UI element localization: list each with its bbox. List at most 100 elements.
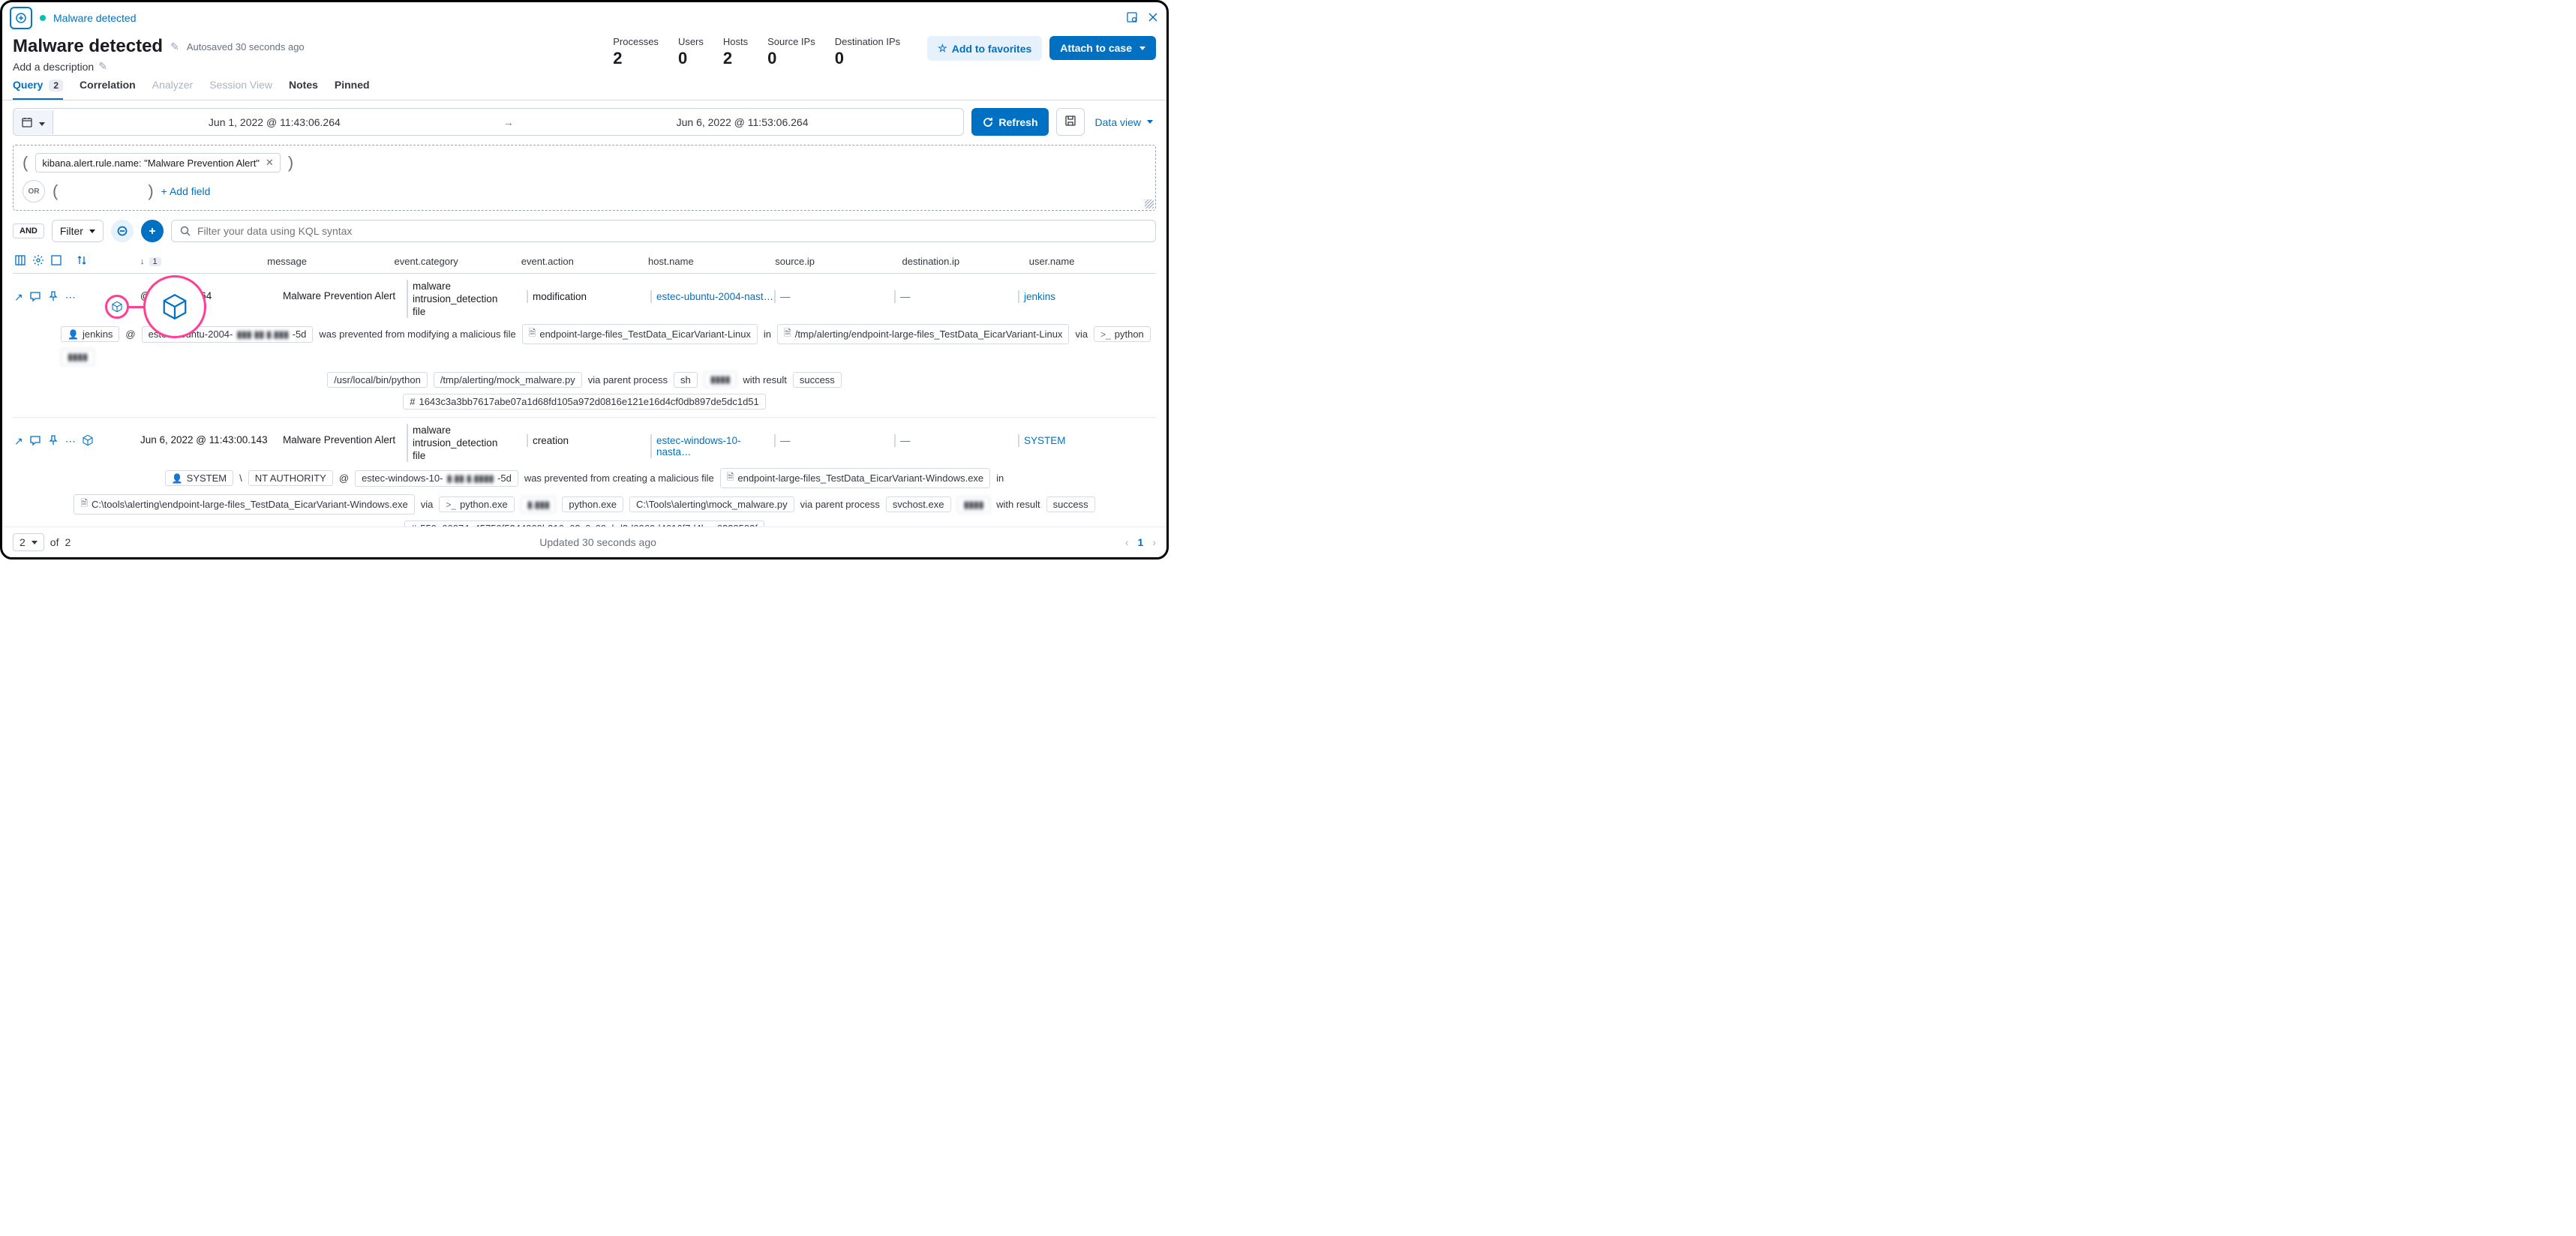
sort-icon[interactable] <box>76 254 88 268</box>
fullscreen-icon[interactable] <box>1126 11 1138 26</box>
expand-icon[interactable]: ↗ <box>14 291 23 304</box>
col-host[interactable]: host.name <box>648 256 775 267</box>
tab-title[interactable]: Malware detected <box>53 12 137 24</box>
path-chip[interactable]: 🗎/tmp/alerting/endpoint-large-files_Test… <box>777 324 1069 344</box>
col-source[interactable]: source.ip <box>775 256 902 267</box>
add-field-button[interactable]: + Add field <box>161 185 211 197</box>
row-detail-line3: # 559e66074a45750f5244809b316a63c6c09abd… <box>13 514 1156 526</box>
date-from[interactable]: Jun 1, 2022 @ 11:43:06.264 <box>53 110 496 134</box>
result-chip[interactable]: success <box>1046 496 1095 512</box>
query-builder[interactable]: ( kibana.alert.rule.name: "Malware Preve… <box>13 145 1156 211</box>
blur-chip: ▮▮▮▮ <box>704 371 737 388</box>
comment-icon[interactable] <box>29 290 41 304</box>
file-icon: 🗎 <box>80 496 88 512</box>
date-range-picker[interactable]: Jun 1, 2022 @ 11:43:06.264 → Jun 6, 2022… <box>13 108 964 136</box>
remove-filter-icon[interactable]: ✕ <box>266 157 274 169</box>
blur-chip: ▮▮▮▮ <box>61 349 95 365</box>
and-operator: AND <box>13 224 44 238</box>
user-chip[interactable]: 👤jenkins <box>61 326 119 342</box>
filter-pill[interactable]: kibana.alert.rule.name: "Malware Prevent… <box>35 153 281 172</box>
row-detail-line2: 🗎C:\tools\alerting\endpoint-large-files_… <box>13 488 1156 514</box>
cell-host[interactable]: estec-windows-10-nasta… <box>650 424 774 458</box>
col-message[interactable]: message <box>267 256 394 267</box>
hash-chip[interactable]: # 1643c3a3bb7617abe07a1d68fd105a972d0816… <box>403 394 766 410</box>
file-icon: 🗎 <box>529 326 536 342</box>
page-size-dropdown[interactable]: 2 <box>13 533 44 551</box>
kql-search[interactable] <box>171 220 1156 242</box>
hash-chip[interactable]: # 559e66074a45750f5244809b316a63c6c09abd… <box>404 520 764 526</box>
col-category[interactable]: event.category <box>395 256 521 267</box>
path-chip[interactable]: 🗎C:\tools\alerting\endpoint-large-files_… <box>74 494 414 514</box>
col-timestamp[interactable]: ↓ 1 <box>140 257 267 266</box>
process-chip[interactable]: python.exe <box>562 496 623 512</box>
path-chip[interactable]: /tmp/alerting/mock_malware.py <box>434 372 582 388</box>
result-chip[interactable]: success <box>793 372 842 388</box>
path-chip[interactable]: C:\Tools\alerting\mock_malware.py <box>629 496 794 512</box>
description-prompt[interactable]: Add a description <box>13 61 94 73</box>
tab-status-dot <box>40 15 46 21</box>
stat-processes: Processes 2 <box>613 36 659 68</box>
prev-page-button[interactable]: ‹ <box>1125 536 1129 548</box>
col-user[interactable]: user.name <box>1029 256 1156 267</box>
refresh-button[interactable]: Refresh <box>971 108 1048 136</box>
cell-user[interactable]: SYSTEM <box>1018 424 1156 447</box>
filter-out-button[interactable] <box>111 220 134 242</box>
new-timeline-button[interactable] <box>10 7 32 29</box>
tab-notes[interactable]: Notes <box>289 79 318 100</box>
close-icon[interactable] <box>1147 11 1159 26</box>
file-chip[interactable]: 🗎endpoint-large-files_TestData_EicarVari… <box>720 468 990 488</box>
filter-in-button[interactable] <box>141 220 164 242</box>
save-query-button[interactable] <box>1056 108 1085 136</box>
fullscreen-table-icon[interactable] <box>50 254 62 268</box>
more-icon[interactable]: ⋯ <box>65 291 76 304</box>
domain-chip[interactable]: NT AUTHORITY <box>248 470 333 486</box>
user-icon: 👤 <box>172 473 183 484</box>
paren-open: ( <box>23 153 28 172</box>
parent-chip[interactable]: sh <box>674 372 698 388</box>
col-action[interactable]: event.action <box>521 256 648 267</box>
attach-to-case-button[interactable]: Attach to case <box>1049 36 1156 60</box>
current-page[interactable]: 1 <box>1138 536 1144 548</box>
tab-pinned[interactable]: Pinned <box>335 79 370 100</box>
path-chip[interactable]: /usr/local/bin/python <box>327 372 428 388</box>
row-detail-line2: /usr/local/bin/python /tmp/alerting/mock… <box>13 365 1156 388</box>
comment-icon[interactable] <box>29 434 41 448</box>
tab-query[interactable]: Query 2 <box>13 79 63 100</box>
columns-icon[interactable] <box>14 254 26 268</box>
data-view-dropdown[interactable]: Data view <box>1092 108 1156 136</box>
file-chip[interactable]: 🗎endpoint-large-files_TestData_EicarVari… <box>522 324 758 344</box>
cell-action: modification <box>527 280 650 303</box>
process-chip[interactable]: >_python.exe <box>439 496 514 512</box>
settings-icon[interactable] <box>32 254 44 268</box>
tab-session-view: Session View <box>209 79 272 100</box>
host-chip[interactable]: estec-windows-10-▮.▮▮ ▮.▮▮▮▮-5d <box>355 470 518 487</box>
page-title: Malware detected <box>13 36 163 57</box>
col-dest[interactable]: destination.ip <box>902 256 1029 267</box>
tab-correlation[interactable]: Correlation <box>80 79 136 100</box>
pin-icon[interactable] <box>47 290 59 304</box>
edit-title-icon[interactable]: ✎ <box>170 40 179 53</box>
stat-dest-ips: Destination IPs 0 <box>835 36 900 68</box>
date-to[interactable]: Jun 6, 2022 @ 11:53:06.264 <box>521 110 964 134</box>
cell-host[interactable]: estec-ubuntu-2004-nast… <box>650 280 774 303</box>
updated-status: Updated 30 seconds ago <box>71 536 1125 548</box>
cell-category: malware intrusion_detection file <box>407 424 527 462</box>
analyzer-icon[interactable] <box>82 434 94 448</box>
table-row: ↗ ⋯ Jun 6, 2022 @ 11:43:00.143 Malware P… <box>13 418 1156 526</box>
process-chip[interactable]: >_python <box>1094 326 1151 342</box>
empty-filter-slot[interactable] <box>65 183 140 200</box>
filter-dropdown[interactable]: Filter <box>52 220 104 242</box>
pin-icon[interactable] <box>47 434 59 448</box>
calendar-button[interactable] <box>14 110 53 134</box>
kql-input[interactable] <box>197 225 1148 237</box>
edit-description-icon[interactable]: ✎ <box>98 60 107 73</box>
expand-icon[interactable]: ↗ <box>14 435 23 448</box>
user-chip[interactable]: 👤SYSTEM <box>165 470 233 486</box>
add-to-favorites-button[interactable]: ☆ Add to favorites <box>927 36 1042 61</box>
parent-chip[interactable]: svchost.exe <box>886 496 951 512</box>
resize-handle[interactable] <box>1145 200 1154 208</box>
or-operator[interactable]: OR <box>23 180 45 202</box>
next-page-button[interactable]: › <box>1152 536 1156 548</box>
more-icon[interactable]: ⋯ <box>65 435 76 448</box>
cell-user[interactable]: jenkins <box>1018 280 1156 303</box>
